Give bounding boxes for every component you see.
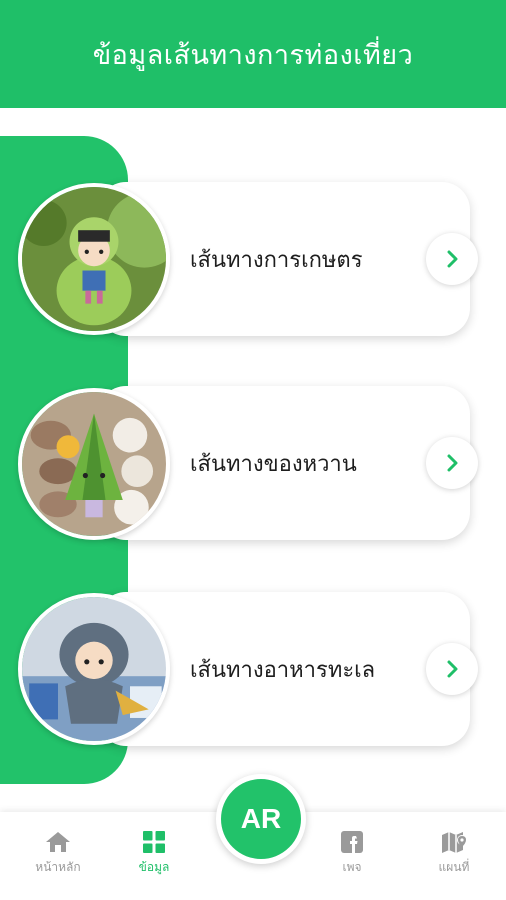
nav-map[interactable]: แผนที่	[414, 830, 494, 877]
nav-page[interactable]: เพจ	[312, 830, 392, 877]
nav-home-label: หน้าหลัก	[35, 860, 81, 874]
nav-info[interactable]: ข้อมูล	[114, 830, 194, 877]
ar-button[interactable]: AR	[216, 774, 306, 864]
app-header: ข้อมูลเส้นทางการท่องเที่ยว	[0, 0, 506, 108]
route-label: เส้นทางของหวาน	[190, 451, 357, 477]
chevron-right-button[interactable]	[426, 437, 478, 489]
nav-map-label: แผนที่	[438, 860, 470, 874]
chevron-right-icon	[447, 454, 458, 472]
route-label: เส้นทางการเกษตร	[190, 247, 363, 273]
grid-icon	[143, 831, 165, 853]
dessert-mascot-image	[18, 388, 170, 540]
route-label: เส้นทางอาหารทะเล	[190, 657, 376, 683]
chevron-right-button[interactable]	[426, 643, 478, 695]
chevron-right-icon	[447, 250, 458, 268]
nav-info-label: ข้อมูล	[138, 860, 170, 874]
nav-page-label: เพจ	[342, 860, 362, 874]
agriculture-mascot-image	[18, 183, 170, 335]
nav-home[interactable]: หน้าหลัก	[18, 830, 98, 877]
page-title: ข้อมูลเส้นทางการท่องเที่ยว	[92, 39, 414, 71]
home-icon	[46, 832, 70, 852]
facebook-icon	[341, 831, 363, 853]
chevron-right-button[interactable]	[426, 233, 478, 285]
map-icon	[442, 832, 467, 853]
chevron-right-icon	[447, 660, 458, 678]
seafood-mascot-image	[18, 593, 170, 745]
